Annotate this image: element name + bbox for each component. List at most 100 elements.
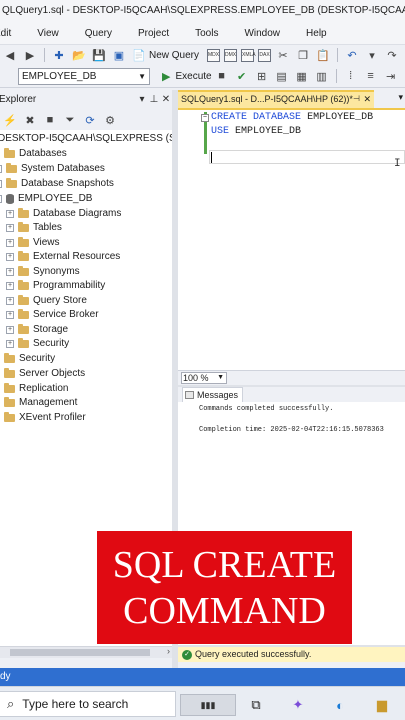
tree-node-management[interactable]: + Management (0, 396, 77, 410)
expand-icon[interactable]: + (0, 180, 2, 188)
tree-node-programmability[interactable]: + Programmability (6, 279, 105, 293)
tree-node-databases[interactable]: − Databases (0, 147, 67, 161)
expand-icon[interactable]: + (6, 282, 14, 290)
connect-icon[interactable]: ⚡ (2, 112, 18, 128)
expand-icon[interactable]: + (6, 297, 14, 305)
tree-node-tables[interactable]: + Tables (6, 221, 62, 235)
stop-icon[interactable]: ■ (214, 68, 230, 84)
current-line-highlight (209, 150, 405, 164)
tree-node-storage[interactable]: + Storage (6, 323, 68, 337)
close-icon[interactable]: ✕ (160, 90, 172, 110)
stop-icon[interactable]: ■ (42, 112, 58, 128)
tree-node-server-objects[interactable]: + Server Objects (0, 367, 85, 381)
menu-help[interactable]: Help (304, 28, 329, 39)
refresh-icon[interactable]: ⟳ (82, 112, 98, 128)
tree-node-synonyms[interactable]: + Synonyms (6, 265, 80, 279)
tree-node-xevent-profiler[interactable]: + XEvent Profiler (0, 411, 86, 425)
tree-node-db-security[interactable]: + Security (6, 337, 69, 351)
tree-node-replication[interactable]: + Replication (0, 382, 68, 396)
chevron-down-icon[interactable]: ▾ (398, 92, 403, 103)
expand-icon[interactable]: + (6, 210, 14, 218)
query-status-bar: ✓ Query executed successfully. (178, 647, 405, 662)
undo-dropdown-icon[interactable]: ▾ (364, 47, 380, 63)
taskbar-search[interactable]: ⌕ Type here to search (0, 691, 176, 717)
tree-node-database-snapshots[interactable]: + Database Snapshots (0, 177, 114, 191)
uncomment-icon[interactable]: ≡ (363, 68, 379, 84)
search-highlights-icon[interactable]: ▮▮▮ (180, 694, 236, 716)
menu-tools[interactable]: Tools (193, 28, 220, 39)
menu-edit[interactable]: Edit (0, 28, 13, 39)
save-icon[interactable]: 💾 (91, 47, 107, 63)
expand-icon[interactable]: + (6, 326, 14, 334)
activity-monitor-icon[interactable]: ⚙ (102, 112, 118, 128)
zoom-selector[interactable]: 100 % ▼ (181, 372, 227, 384)
paste-icon[interactable]: 📋 (315, 47, 331, 63)
redo-icon[interactable]: ↷ (384, 47, 400, 63)
expand-icon[interactable]: + (6, 311, 14, 319)
task-view-icon[interactable]: ⧉ (246, 695, 266, 715)
back-icon[interactable]: ◀ (2, 47, 18, 63)
database-selector[interactable]: EMPLOYEE_DB ▼ (18, 67, 150, 85)
mdx-query-icon[interactable]: MDX (207, 48, 221, 62)
menu-window[interactable]: Window (242, 28, 282, 39)
tree-node-security[interactable]: + Security (0, 352, 55, 366)
dmx-query-icon[interactable]: DMX (224, 48, 238, 62)
expand-icon[interactable]: + (6, 224, 14, 232)
execute-button[interactable]: ▶ Execute (162, 70, 212, 83)
tree-node-employee-db[interactable]: − EMPLOYEE_DB (0, 192, 92, 206)
tree-node-system-databases[interactable]: + System Databases (0, 162, 105, 176)
query-design-icon[interactable]: ▤ (274, 68, 290, 84)
message-line: Completion time: 2025-02-04T22:16:15.507… (199, 426, 384, 434)
menu-query[interactable]: Query (83, 28, 114, 39)
expand-icon[interactable]: + (6, 253, 14, 261)
parse-icon[interactable]: ✔ (234, 68, 250, 84)
pin-icon[interactable]: ⊣ (353, 92, 360, 106)
new-query-button[interactable]: New Query (149, 50, 199, 61)
sql-editor[interactable]: − CREATE DATABASE EMPLOYEE_DB USE EMPLOY… (178, 108, 405, 370)
document-tabs: SQLQuery1.sql - D...P-I5QCAAH\HP (62))* … (178, 90, 405, 108)
tree-node-server[interactable]: DESKTOP-I5QCAAH\SQLEXPRESS (SQL S (0, 132, 172, 146)
cut-icon[interactable]: ✂ (275, 47, 291, 63)
expand-icon[interactable]: + (6, 340, 14, 348)
tab-messages[interactable]: Messages (182, 387, 244, 402)
filter-icon[interactable]: ⏷ (62, 112, 78, 128)
open-file-icon[interactable]: 📂 (71, 47, 87, 63)
window-position-icon[interactable]: ▾ (136, 90, 148, 110)
expand-icon[interactable]: + (6, 239, 14, 247)
new-query-icon[interactable]: 📄 (131, 47, 147, 63)
dax-query-icon[interactable]: DAX (258, 48, 272, 62)
file-explorer-icon[interactable]: ▆ (372, 695, 392, 715)
results-to-text-icon[interactable]: ▦ (294, 68, 310, 84)
scrollbar-thumb[interactable] (10, 649, 150, 656)
comment-icon[interactable]: ⁞ (343, 68, 359, 84)
menu-view[interactable]: View (35, 28, 61, 39)
copilot-icon[interactable]: ✦ (288, 695, 308, 715)
tree-node-views[interactable]: + Views (6, 236, 60, 250)
collapse-icon[interactable]: − (0, 195, 2, 203)
copy-icon[interactable]: ❐ (295, 47, 311, 63)
object-explorer-scrollbar[interactable]: › (0, 646, 172, 658)
disconnect-icon[interactable]: ✖ (22, 112, 38, 128)
tree-node-external-resources[interactable]: + External Resources (6, 250, 120, 264)
edge-icon[interactable]: ◐ (330, 695, 350, 715)
pin-icon[interactable]: ⊥ (148, 90, 160, 110)
forward-icon[interactable]: ▶ (22, 47, 38, 63)
expand-icon[interactable]: + (0, 165, 2, 173)
results-to-grid-icon[interactable]: ▥ (314, 68, 330, 84)
indent-icon[interactable]: ⇥ (383, 68, 399, 84)
xmla-query-icon[interactable]: XMLA (241, 48, 256, 62)
undo-icon[interactable]: ↶ (344, 47, 360, 63)
display-plan-icon[interactable]: ⊞ (254, 68, 270, 84)
new-project-icon[interactable]: ✚ (51, 47, 67, 63)
close-icon[interactable]: ✕ (363, 92, 371, 106)
chevron-right-icon[interactable]: › (167, 646, 170, 656)
identifier: EMPLOYEE_DB (307, 112, 374, 123)
tree-node-service-broker[interactable]: + Service Broker (6, 308, 99, 322)
tree-node-database-diagrams[interactable]: + Database Diagrams (6, 207, 121, 221)
tab-sqlquery1[interactable]: SQLQuery1.sql - D...P-I5QCAAH\HP (62))* … (178, 90, 374, 108)
menu-project[interactable]: Project (136, 28, 171, 39)
save-all-icon[interactable]: ▣ (111, 47, 127, 63)
tree-node-query-store[interactable]: + Query Store (6, 294, 87, 308)
expand-icon[interactable]: + (6, 268, 14, 276)
collapse-icon[interactable]: − (201, 114, 209, 122)
